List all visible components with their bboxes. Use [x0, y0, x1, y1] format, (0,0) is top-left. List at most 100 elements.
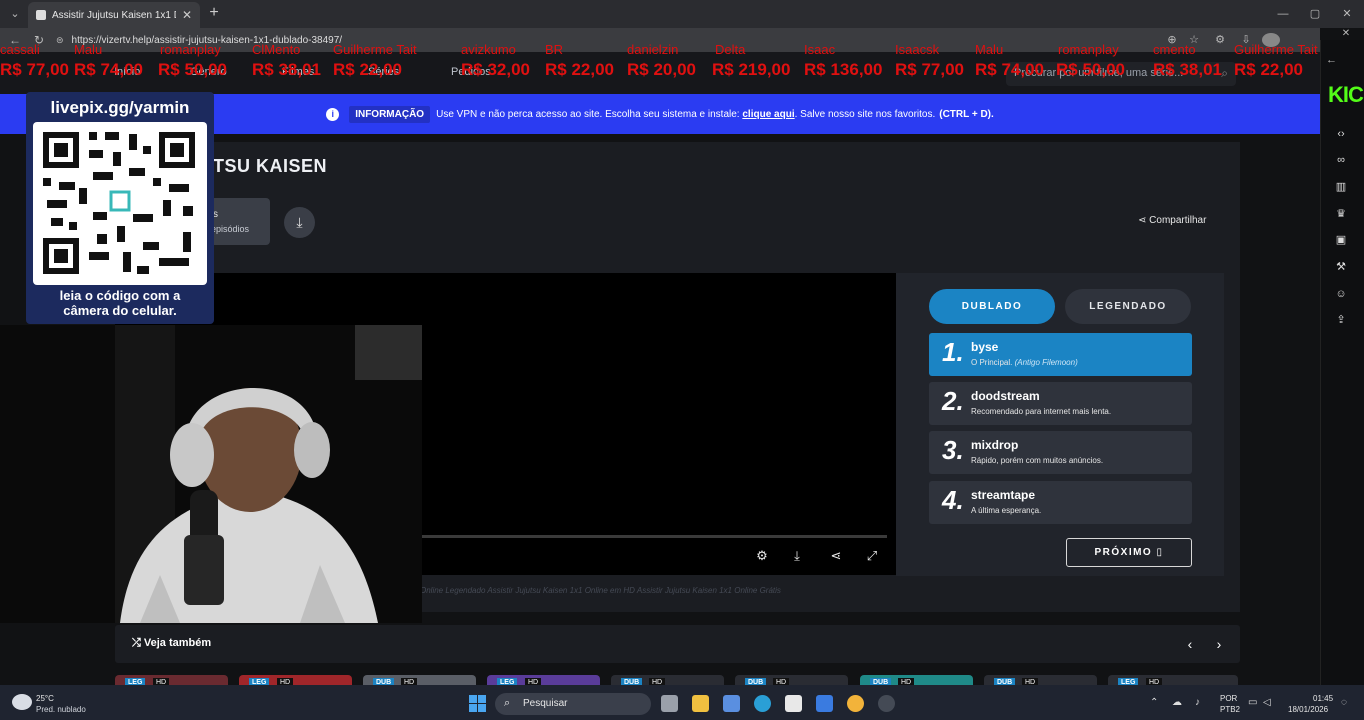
server-item-mixdrop[interactable]: 3. mixdrop Rápido, porém com muitos anún…	[929, 431, 1192, 474]
upload-icon[interactable]: ⇪	[1333, 312, 1349, 328]
file-explorer-icon[interactable]	[692, 695, 709, 712]
video-progress-bar[interactable]	[422, 535, 887, 538]
nav-genero[interactable]: Gênero	[190, 66, 227, 78]
close-window-button[interactable]: ✕	[1335, 4, 1359, 24]
server-desc: O Principal. (Antigo Filemoon)	[971, 358, 1078, 367]
livepix-url: livepix.gg/yarmin	[50, 98, 190, 117]
display-icon[interactable]: ▭	[1248, 697, 1257, 708]
weather-desc[interactable]: Pred. nublado	[36, 705, 86, 714]
copilot-icon[interactable]	[723, 695, 740, 712]
tab-list-chevron-icon[interactable]: ⌄	[6, 5, 24, 23]
reload-icon[interactable]: ↻	[30, 31, 48, 49]
qr-caption-line2: câmera do celular.	[63, 303, 177, 318]
nav-filmes[interactable]: Filmes	[282, 66, 314, 78]
share-button[interactable]: ⋖ Compartilhar	[1138, 215, 1206, 226]
banner-text-2: . Salve nosso site nos favoritos.	[794, 108, 936, 120]
prev-arrow-icon[interactable]: ‹	[1183, 636, 1197, 652]
see-also-bar	[115, 625, 1240, 663]
server-number: 2.	[942, 386, 964, 416]
server-desc: A última esperança.	[971, 506, 1042, 515]
minimize-button[interactable]: —	[1271, 4, 1295, 24]
settings-gear-icon[interactable]: ⚙	[753, 547, 771, 565]
nav-series[interactable]: Séries	[368, 66, 399, 78]
browser-tab[interactable]: Assistir Jujutsu Kaisen 1x1 Dublado ✕	[28, 2, 200, 28]
share-icon: ⋖	[1138, 215, 1147, 226]
weather-temp[interactable]: 25°C	[36, 694, 54, 703]
banner-text: Use VPN e não perca acesso ao site. Esco…	[436, 108, 740, 120]
see-also-title: ⤮ Veja também	[132, 637, 211, 650]
see-also-label: Veja também	[143, 637, 212, 649]
bookmark-star-icon[interactable]: ☆	[1186, 31, 1202, 49]
downloads-icon[interactable]: ⇩	[1238, 31, 1254, 49]
input-language[interactable]: POR	[1220, 694, 1237, 703]
server-item-doodstream[interactable]: 2. doodstream Recomendado para internet …	[929, 382, 1192, 425]
extensions-icon[interactable]: ⚙	[1212, 31, 1228, 49]
server-number: 3.	[942, 435, 964, 465]
wrench-icon[interactable]: ⚒	[1333, 259, 1349, 275]
fullscreen-icon[interactable]: ⤢	[863, 547, 881, 565]
taskbar-search[interactable]: ⌕ Pesquisar	[495, 693, 651, 715]
server-name: doodstream	[971, 389, 1040, 403]
task-view-icon[interactable]	[661, 695, 678, 712]
notification-bell-icon[interactable]: ◌	[1341, 697, 1347, 708]
banner-shortcut: (CTRL + D).	[939, 108, 994, 120]
server-name: streamtape	[971, 488, 1036, 502]
media-icon[interactable]: ▣	[1333, 232, 1349, 248]
weather-cloud-icon[interactable]	[12, 694, 32, 710]
shuffle-icon: ⤮	[132, 637, 141, 649]
nav-pedidos[interactable]: Pedidos	[451, 66, 491, 78]
trophy-icon[interactable]: ♛	[1333, 206, 1349, 222]
server-number: 1.	[942, 337, 964, 367]
mail-icon[interactable]	[816, 695, 833, 712]
close-tab-icon[interactable]: ✕	[182, 8, 192, 22]
clock-time[interactable]: 01:45	[1313, 694, 1333, 703]
url-field[interactable]: ⊜ https://vizertv.help/assistir-jujutsu-…	[56, 31, 1156, 49]
windows-start-icon[interactable]	[469, 695, 486, 712]
banner-link[interactable]: clique aqui	[742, 109, 794, 120]
taskbar-search-icon: ⌕	[504, 697, 511, 709]
tray-app-icon[interactable]: ☁	[1172, 697, 1182, 708]
users-icon[interactable]: ☺	[1333, 286, 1349, 302]
webcam-overlay	[0, 325, 422, 623]
info-icon: i	[326, 107, 340, 121]
server-number: 4.	[942, 485, 964, 515]
search-placeholder: Procurar por um filme, uma série...	[1014, 67, 1184, 79]
subtitled-tab[interactable]: LEGENDADO	[1065, 289, 1191, 324]
back-arrow-icon[interactable]: ←	[6, 31, 24, 49]
store-icon[interactable]	[785, 695, 802, 712]
embed-icon[interactable]: ‹›	[1333, 126, 1349, 142]
edge-icon[interactable]	[754, 695, 771, 712]
qr-code-graphic	[43, 132, 195, 274]
nav-inicio[interactable]: Início	[114, 66, 140, 78]
new-tab-button[interactable]: +	[205, 4, 223, 22]
profile-avatar[interactable]	[1262, 33, 1280, 47]
next-arrow-icon[interactable]: ›	[1212, 636, 1226, 652]
server-item-streamtape[interactable]: 4. streamtape A última esperança.	[929, 481, 1192, 524]
dubbed-tab[interactable]: DUBLADO	[929, 289, 1055, 324]
tray-chevron-icon[interactable]: ⌃	[1150, 697, 1158, 708]
sidebar-collapse-icon[interactable]: ←	[1326, 54, 1340, 68]
sidebar-close-icon[interactable]: ✕	[1328, 28, 1364, 40]
player-share-icon[interactable]: ⋖	[827, 547, 845, 565]
volume-icon[interactable]: ◁	[1263, 697, 1271, 708]
microphone-icon[interactable]: ♪	[1195, 697, 1200, 708]
server-name: byse	[971, 340, 999, 354]
download-button[interactable]: ⤓	[284, 207, 315, 238]
server-item-byse[interactable]: 1. byse O Principal. (Antigo Filemoon)	[929, 333, 1192, 376]
keyboard-layout[interactable]: PTB2	[1220, 705, 1240, 714]
site-search-input[interactable]: Procurar por um filme, uma série... ⌕	[1006, 62, 1236, 86]
site-info-icon[interactable]: ⊜	[56, 35, 64, 46]
chrome-icon[interactable]	[847, 695, 864, 712]
server-desc: Rápido, porém com muitos anúncios.	[971, 456, 1104, 465]
install-icon[interactable]: ⊕	[1164, 31, 1180, 49]
url-text: https://vizertv.help/assistir-jujutsu-ka…	[71, 34, 343, 46]
search-icon[interactable]: ⌕	[1221, 66, 1228, 81]
next-button[interactable]: PRÓXIMO ▯	[1066, 538, 1192, 567]
qr-caption-line1: leia o código com a	[59, 288, 181, 303]
stats-icon[interactable]: ▥	[1333, 179, 1349, 195]
maximize-button[interactable]: ▢	[1303, 4, 1327, 24]
clock-date[interactable]: 18/01/2026	[1288, 705, 1328, 714]
obs-icon[interactable]	[878, 695, 895, 712]
link-icon[interactable]: ∞	[1333, 152, 1349, 168]
player-download-icon[interactable]: ⤓	[788, 547, 806, 565]
